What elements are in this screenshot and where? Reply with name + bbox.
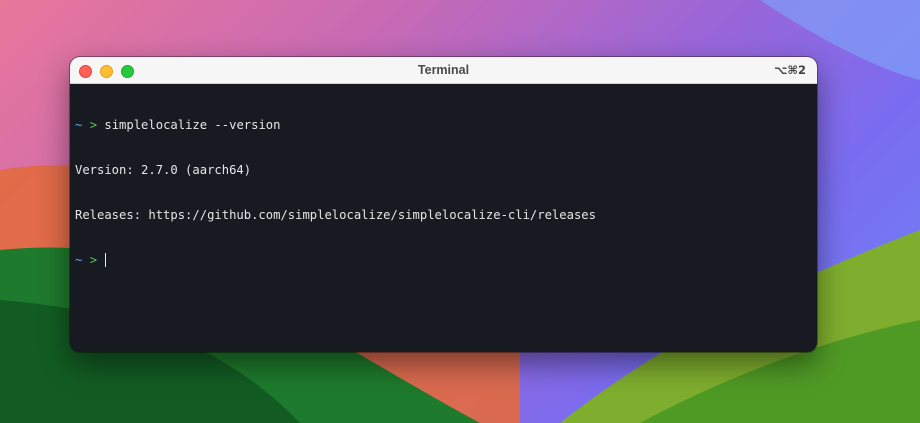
title-bar[interactable]: Terminal ⌥⌘2	[70, 57, 817, 84]
releases-output: Releases: https://github.com/simplelocal…	[75, 208, 596, 222]
command-line: ~ > simplelocalize --version	[75, 118, 812, 133]
close-button[interactable]	[79, 65, 92, 78]
current-prompt-line[interactable]: ~ >	[75, 253, 812, 268]
version-output: Version: 2.7.0 (aarch64)	[75, 163, 252, 177]
command-text: simplelocalize --version	[104, 118, 281, 132]
window-shortcut: ⌥⌘2	[774, 63, 806, 77]
window-controls	[79, 65, 134, 78]
terminal-output[interactable]: ~ > simplelocalize --version Version: 2.…	[70, 84, 817, 302]
terminal-window[interactable]: Terminal ⌥⌘2 ~ > simplelocalize --versio…	[70, 57, 817, 352]
maximize-button[interactable]	[121, 65, 134, 78]
prompt-arrow: >	[89, 253, 98, 267]
minimize-button[interactable]	[100, 65, 113, 78]
prompt-tilde: ~	[75, 253, 83, 267]
desktop: Terminal ⌥⌘2 ~ > simplelocalize --versio…	[0, 0, 920, 423]
text-cursor	[105, 253, 107, 267]
window-title: Terminal	[417, 63, 470, 77]
prompt-tilde: ~	[75, 118, 83, 132]
prompt-arrow: >	[89, 118, 98, 132]
